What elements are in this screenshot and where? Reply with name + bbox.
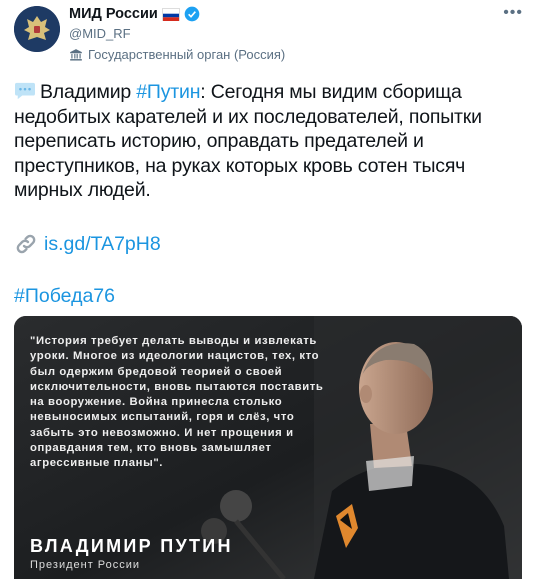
image-speaker-role: Президент России <box>30 559 141 571</box>
hashtag-pobeda[interactable]: #Победа76 <box>14 285 115 308</box>
russian-flag-icon <box>161 7 180 21</box>
government-label: Государственный орган (Россия) <box>69 47 285 62</box>
account-name[interactable]: МИД России <box>69 6 158 22</box>
image-speaker-name: ВЛАДИМИР ПУТИН <box>30 536 233 556</box>
avatar[interactable] <box>14 6 60 52</box>
account-name-row: МИД России <box>69 6 200 22</box>
government-building-icon <box>70 48 82 61</box>
tweet-image[interactable]: "История требует делать выводы и извлека… <box>14 316 522 579</box>
hashtag-putin[interactable]: #Путин <box>136 81 200 103</box>
tweet-speaker: Владимир <box>40 81 132 103</box>
more-options-icon[interactable]: ••• <box>503 4 523 22</box>
link-icon <box>16 234 36 254</box>
quote-text: "История требует делать выводы и извлека… <box>30 335 324 470</box>
tweet-link[interactable]: is.gd/TA7pH8 <box>14 232 161 256</box>
tweet-text: Владимир #Путин: Сегодня мы видим сборищ… <box>14 80 524 203</box>
coat-of-arms-icon <box>14 6 60 52</box>
tweet-link-text[interactable]: is.gd/TA7pH8 <box>44 233 161 256</box>
account-handle[interactable]: @MID_RF <box>69 26 131 41</box>
verified-badge-icon <box>184 6 200 22</box>
government-label-text: Государственный орган (Россия) <box>88 47 286 62</box>
speech-balloon-icon <box>15 82 35 100</box>
